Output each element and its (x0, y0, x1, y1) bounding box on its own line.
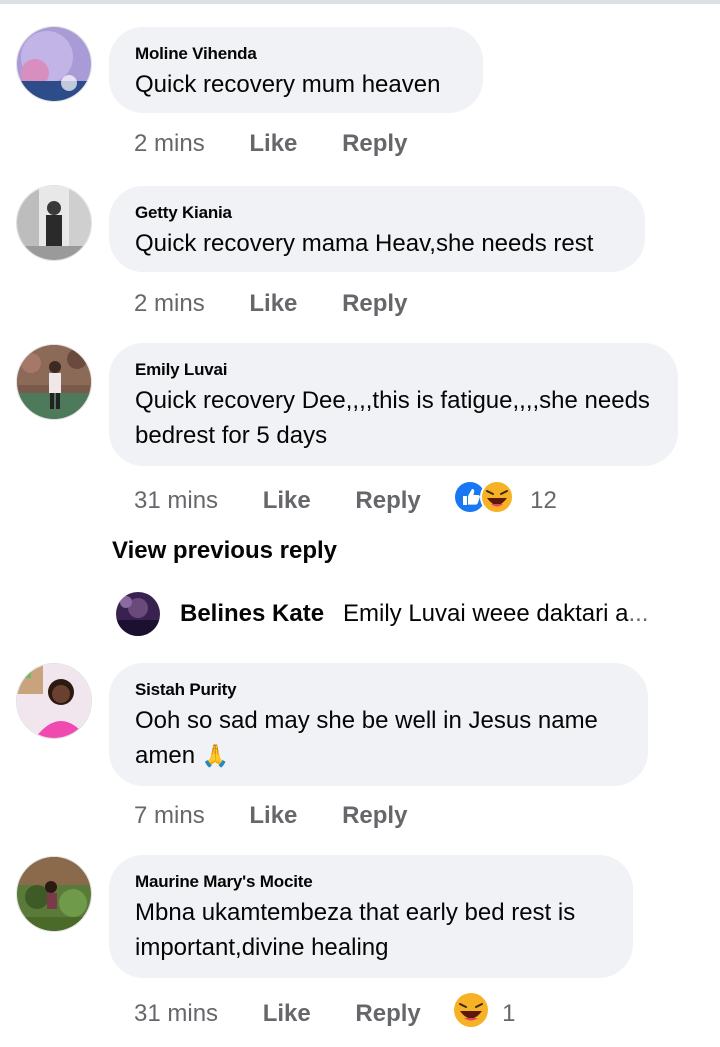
comment-bubble: Sistah Purity Ooh so sad may she be well… (109, 663, 648, 786)
comment-text-line: Ooh so sad may she be well in Jesus name (135, 707, 598, 734)
comment-text-line: amen (135, 742, 196, 769)
haha-reaction-icon (454, 993, 489, 1027)
comment-author[interactable]: Emily Luvai (135, 359, 652, 381)
comment-time[interactable]: 2 mins (134, 289, 205, 319)
comment-text: Quick recovery mum heaven (135, 71, 441, 98)
like-button[interactable]: Like (263, 486, 311, 516)
comment-actions: 7 mins Like Reply (134, 800, 407, 830)
comment-author[interactable]: Maurine Mary's Mocite (135, 871, 607, 893)
avatar[interactable] (116, 592, 160, 636)
comment-bubble: Emily Luvai Quick recovery Dee,,,,this i… (109, 343, 678, 466)
reaction-icons (453, 480, 515, 514)
reply-button[interactable]: Reply (342, 801, 407, 831)
reply-button[interactable]: Reply (342, 289, 407, 319)
reactions-summary[interactable] (453, 992, 489, 1036)
haha-reaction-icon (480, 480, 515, 514)
comment-bubble: Moline Vihenda Quick recovery mum heaven (109, 27, 483, 113)
avatar[interactable] (16, 663, 92, 739)
comment-text-line: bedrest for 5 days (135, 422, 328, 449)
avatar[interactable] (16, 185, 92, 261)
comment-text: Mbna ukamtembeza that early bed rest is … (135, 895, 607, 965)
avatar[interactable] (16, 26, 92, 102)
comment-time[interactable]: 2 mins (134, 129, 205, 159)
comment-author[interactable]: Getty Kiania (135, 202, 619, 224)
comment-actions: 2 mins Like Reply (134, 288, 407, 318)
like-button[interactable]: Like (249, 801, 297, 831)
reaction-count[interactable]: 12 (530, 486, 557, 516)
reply-ellipsis: ... (628, 600, 649, 627)
comment-text: Quick recovery Dee,,,,this is fatigue,,,… (135, 383, 652, 453)
comment-text-line: Quick recovery Dee,,,,this is fatigue,,,… (135, 387, 650, 414)
reply-text-body: Emily Luvai weee daktari a (343, 600, 629, 627)
view-previous-reply-link[interactable]: View previous reply (112, 537, 337, 565)
reply-text: Emily Luvai weee daktari a... (343, 600, 648, 628)
reply-button[interactable]: Reply (355, 486, 420, 516)
like-button[interactable]: Like (249, 289, 297, 319)
comment-bubble: Getty Kiania Quick recovery mama Heav,sh… (109, 186, 645, 272)
top-divider (0, 0, 720, 4)
comment-text: Ooh so sad may she be well in Jesus name… (135, 703, 622, 773)
comment-time[interactable]: 31 mins (134, 999, 218, 1029)
comment-actions: 2 mins Like Reply (134, 128, 407, 158)
comment-bubble: Maurine Mary's Mocite Mbna ukamtembeza t… (109, 855, 633, 978)
comment-text: Quick recovery mama Heav,she needs rest (135, 230, 594, 257)
comment-actions: 31 mins Like Reply 1 (134, 992, 515, 1027)
reactions-summary[interactable] (453, 480, 517, 522)
comment-author[interactable]: Moline Vihenda (135, 43, 457, 65)
comment-time[interactable]: 7 mins (134, 801, 205, 831)
reaction-count[interactable]: 1 (502, 999, 515, 1029)
like-button[interactable]: Like (263, 999, 311, 1029)
reply-button[interactable]: Reply (342, 129, 407, 159)
comment-text-line: important,divine healing (135, 934, 389, 961)
praying-hands-emoji: 🙏 (201, 743, 230, 768)
reply-author[interactable]: Belines Kate (180, 600, 324, 628)
avatar[interactable] (16, 856, 92, 932)
comment-actions: 31 mins Like Reply 12 (134, 480, 557, 514)
comment-text-line: Mbna ukamtembeza that early bed rest is (135, 899, 576, 926)
comment-time[interactable]: 31 mins (134, 486, 218, 516)
avatar[interactable] (16, 344, 92, 420)
comment-author[interactable]: Sistah Purity (135, 679, 622, 701)
reply-button[interactable]: Reply (355, 999, 420, 1029)
like-button[interactable]: Like (249, 129, 297, 159)
